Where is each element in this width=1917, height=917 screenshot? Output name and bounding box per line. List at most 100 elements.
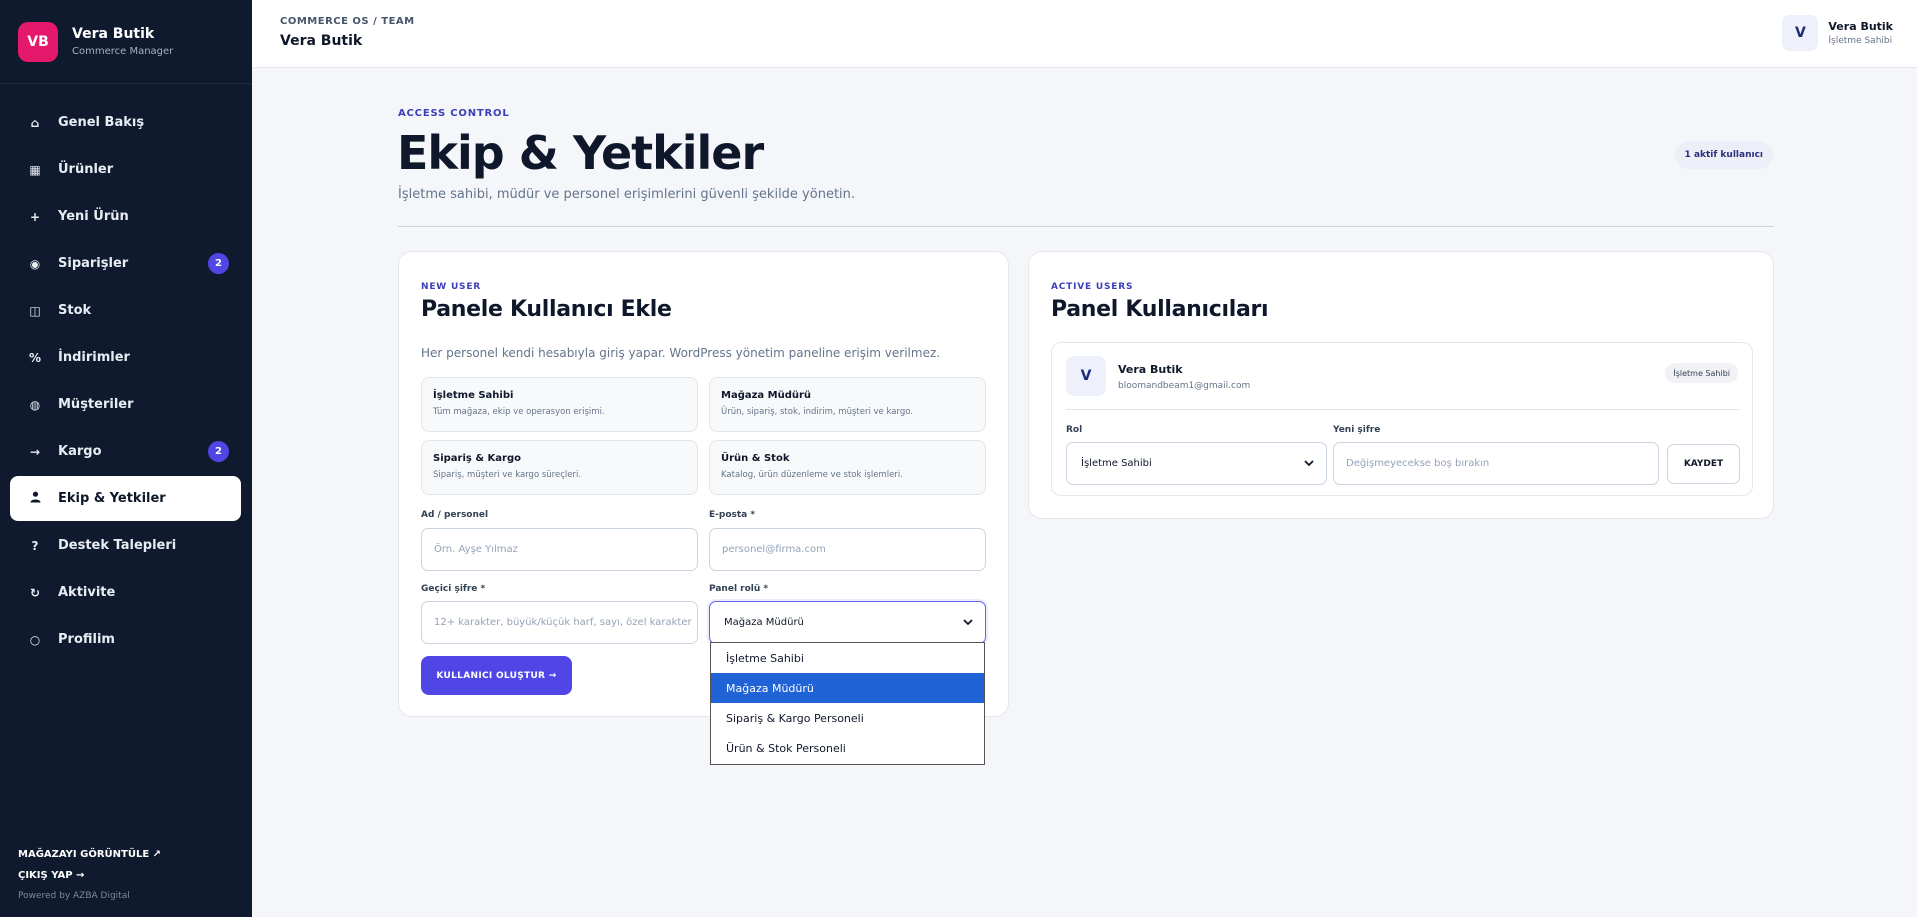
card-title: Panel Kullanıcıları (1051, 297, 1269, 322)
sidebar-item-genel-bakis[interactable]: ⌂ Genel Bakış (10, 100, 241, 145)
role-option-owner[interactable]: İşletme Sahibi (711, 643, 984, 673)
plus-icon: + (29, 209, 41, 224)
sidebar-item-siparisler[interactable]: ◉ Siparişler 2 (10, 241, 241, 286)
count-badge: 2 (208, 441, 229, 462)
name-input[interactable]: Örn. Ayşe Yılmaz (421, 528, 698, 571)
avatar: V (1782, 15, 1819, 51)
divider (398, 226, 1774, 227)
password-label: Geçici şifre * (421, 584, 486, 594)
role-description: Tüm mağaza, ekip ve operasyon erişimi. (433, 407, 605, 417)
breadcrumb: COMMERCE OS / TEAM (280, 16, 415, 27)
refresh-icon: ↻ (29, 585, 41, 600)
sidebar-item-urunler[interactable]: ▦ Ürünler (10, 147, 241, 192)
powered-by: Powered by AZBA Digital (18, 891, 130, 901)
role-card-manager[interactable]: Mağaza Müdürü Ürün, sipariş, stok, indir… (709, 377, 986, 432)
circle-icon: ○ (29, 632, 41, 647)
role-select[interactable]: Mağaza Müdürü (709, 601, 986, 644)
sidebar-item-aktivite[interactable]: ↻ Aktivite (10, 570, 241, 615)
brand-text: Vera Butik Commerce Manager (72, 26, 173, 57)
sidebar: VB Vera Butik Commerce Manager ⌂ Genel B… (0, 0, 252, 917)
role-select-value: Mağaza Müdürü (724, 617, 804, 628)
name-label: Ad / personel (421, 510, 489, 520)
count-badge: 2 (208, 253, 229, 274)
sidebar-item-stok[interactable]: ◫ Stok (10, 288, 241, 333)
orders-icon: ◉ (29, 256, 41, 271)
sidebar-item-label: Kargo (58, 444, 102, 459)
card-description: Her personel kendi hesabıyla giriş yapar… (421, 346, 941, 360)
sidebar-item-indirimler[interactable]: % İndirimler (10, 335, 241, 380)
card-title: Panele Kullanıcı Ekle (421, 297, 672, 322)
role-description: Sipariş, müşteri ve kargo süreçleri. (433, 470, 582, 480)
page-eyebrow: ACCESS CONTROL (398, 108, 510, 119)
email-label: E-posta * (709, 510, 756, 520)
chevron-down-icon (963, 616, 973, 629)
logout-link[interactable]: ÇIKIŞ YAP → (18, 870, 161, 881)
role-select-label: Panel rolü * (709, 584, 769, 594)
sidebar-item-label: Ürünler (58, 162, 114, 177)
sidebar-item-label: Profilim (58, 632, 115, 647)
topbar: COMMERCE OS / TEAM Vera Butik V Vera But… (252, 0, 1917, 68)
page-description: İşletme sahibi, müdür ve personel erişim… (398, 187, 856, 202)
sidebar-item-label: Aktivite (58, 585, 116, 600)
new-password-input[interactable]: Değişmeyecekse boş bırakın (1333, 442, 1659, 485)
sidebar-item-label: İndirimler (58, 350, 130, 365)
sidebar-item-profilim[interactable]: ○ Profilim (10, 617, 241, 662)
user-icon (28, 491, 42, 506)
email-input[interactable]: personel@firma.com (709, 528, 986, 571)
role-name: Ürün & Stok (721, 453, 790, 464)
role-badge: İşletme Sahibi (1665, 363, 1738, 383)
role-label: Rol (1066, 425, 1083, 435)
role-option-order-shipping[interactable]: Sipariş & Kargo Personeli (711, 703, 984, 733)
user-role-select-value: İşletme Sahibi (1081, 458, 1152, 469)
card-eyebrow: NEW USER (421, 282, 482, 292)
role-option-product-stock[interactable]: Ürün & Stok Personeli (711, 733, 984, 763)
role-description: Katalog, ürün düzenleme ve stok işlemler… (721, 470, 903, 480)
percent-icon: % (28, 350, 42, 365)
brand-name: Vera Butik (72, 26, 155, 42)
role-card-order-shipping[interactable]: Sipariş & Kargo Sipariş, müşteri ve karg… (421, 440, 698, 495)
user-name: Vera Butik (1118, 363, 1183, 376)
sidebar-item-label: Stok (58, 303, 92, 318)
sidebar-item-label: Genel Bakış (58, 115, 145, 130)
brand: VB Vera Butik Commerce Manager (0, 0, 252, 84)
divider (1066, 409, 1740, 410)
user-row: V Vera Butik bloomandbeam1@gmail.com İşl… (1051, 342, 1753, 496)
box-icon: ▦ (29, 162, 41, 177)
home-icon: ⌂ (30, 115, 40, 130)
user-role-select[interactable]: İşletme Sahibi (1066, 442, 1327, 485)
chevron-down-icon (1304, 457, 1314, 470)
sidebar-item-yeni-urun[interactable]: + Yeni Ürün (10, 194, 241, 239)
user-menu[interactable]: V Vera Butik İşletme Sahibi (1782, 15, 1893, 51)
role-card-product-stock[interactable]: Ürün & Stok Katalog, ürün düzenleme ve s… (709, 440, 986, 495)
active-users-card: ACTIVE USERS Panel Kullanıcıları V Vera … (1028, 251, 1774, 519)
sidebar-item-kargo[interactable]: → Kargo 2 (10, 429, 241, 474)
role-option-manager[interactable]: Mağaza Müdürü (711, 673, 984, 703)
view-store-link[interactable]: MAĞAZAYI GÖRÜNTÜLE ↗ (18, 849, 161, 860)
role-card-owner[interactable]: İşletme Sahibi Tüm mağaza, ekip ve opera… (421, 377, 698, 432)
sidebar-item-label: Müşteriler (58, 397, 134, 412)
save-button[interactable]: KAYDET (1667, 444, 1740, 484)
user-info: Vera Butik İşletme Sahibi (1828, 20, 1893, 46)
stock-icon: ◫ (29, 303, 41, 318)
role-description: Ürün, sipariş, stok, indirim, müşteri ve… (721, 407, 913, 417)
brand-subtitle: Commerce Manager (72, 46, 174, 57)
sidebar-item-musteriler[interactable]: ◍ Müşteriler (10, 382, 241, 427)
role-name: İşletme Sahibi (433, 390, 514, 401)
sidebar-item-destek-talepleri[interactable]: ? Destek Talepleri (10, 523, 241, 568)
brand-logo: VB (18, 21, 58, 62)
password-input[interactable]: 12+ karakter, büyük/küçük harf, sayı, öz… (421, 601, 698, 644)
avatar: V (1066, 356, 1106, 396)
sidebar-item-label: Siparişler (58, 256, 129, 271)
user-name: Vera Butik (1828, 20, 1893, 33)
user-role: İşletme Sahibi (1828, 36, 1893, 46)
sidebar-item-ekip-yetkiler[interactable]: Ekip & Yetkiler (10, 476, 241, 521)
sidebar-item-label: Destek Talepleri (58, 538, 177, 553)
sidebar-footer: MAĞAZAYI GÖRÜNTÜLE ↗ ÇIKIŞ YAP → Powered… (18, 849, 161, 901)
role-name: Mağaza Müdürü (721, 390, 812, 401)
card-eyebrow: ACTIVE USERS (1051, 282, 1134, 292)
role-dropdown-list: İşletme Sahibi Mağaza Müdürü Sipariş & K… (710, 642, 985, 765)
topbar-title: Vera Butik (280, 33, 363, 49)
create-user-button[interactable]: KULLANICI OLUŞTUR → (421, 656, 572, 695)
new-password-label: Yeni şifre (1333, 425, 1381, 435)
sidebar-item-label: Yeni Ürün (58, 209, 129, 224)
